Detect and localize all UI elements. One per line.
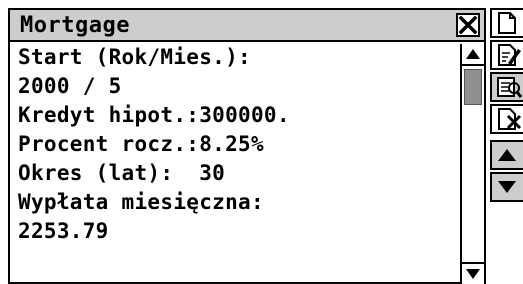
monthly-payment-value: 2253.79: [18, 219, 109, 243]
edit-document-button[interactable]: [490, 40, 523, 70]
title-bar: Mortgage: [10, 10, 484, 42]
delete-document-icon: [498, 108, 522, 130]
triangle-down-icon: [466, 269, 480, 279]
start-label: Start (Rok/Mies.):: [18, 45, 251, 69]
toolbar-scroll-down-button[interactable]: [490, 172, 523, 202]
side-toolbar: [490, 8, 523, 284]
new-document-button[interactable]: [490, 8, 523, 38]
scroll-track[interactable]: [462, 64, 484, 264]
delete-document-button[interactable]: [490, 104, 523, 134]
scroll-up-button[interactable]: [462, 44, 484, 64]
edit-document-icon: [498, 44, 521, 66]
close-button[interactable]: [456, 13, 480, 37]
triangle-up-icon: [466, 49, 480, 59]
view-document-icon: [497, 77, 522, 98]
close-icon: [459, 16, 477, 34]
mortgage-window: Mortgage Start (Rok/Mies.): 2000 / 5 Kre…: [8, 8, 486, 284]
start-value: 2000 / 5: [18, 74, 122, 98]
new-document-icon: [498, 12, 516, 34]
vertical-scrollbar[interactable]: [460, 44, 484, 284]
scroll-down-icon: [498, 181, 516, 193]
monthly-payment-label: Wypłata miesięczna:: [18, 190, 264, 214]
scroll-thumb[interactable]: [464, 69, 482, 105]
window-title: Mortgage: [20, 13, 130, 38]
scroll-up-icon: [498, 149, 516, 161]
view-document-button[interactable]: [490, 72, 523, 102]
interest-rate: Procent rocz.:8.25%: [18, 132, 264, 156]
loan-amount: Kredyt hipot.:300000.: [18, 103, 290, 127]
scroll-down-button[interactable]: [462, 264, 484, 284]
mortgage-result-text: Start (Rok/Mies.): 2000 / 5 Kredyt hipot…: [10, 44, 460, 284]
toolbar-scroll-up-button[interactable]: [490, 140, 523, 170]
loan-term: Okres (lat): 30: [18, 161, 226, 185]
